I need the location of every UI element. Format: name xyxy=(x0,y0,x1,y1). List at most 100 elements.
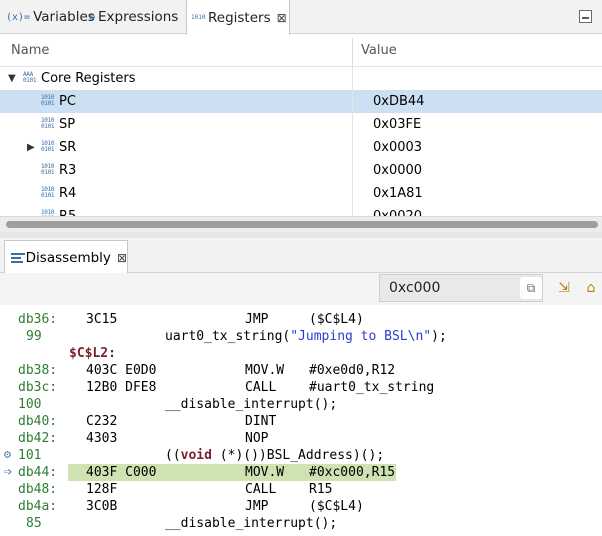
register-value[interactable]: 0x0000 xyxy=(373,159,422,182)
column-value-header[interactable]: Value xyxy=(361,34,397,67)
instruction-mnemonic: CALL xyxy=(245,482,277,497)
disassembly-instruction-line[interactable]: db38: 403C E0D0 MOV.W #0xe0d0,R12 xyxy=(0,362,602,379)
disassembly-instruction-line[interactable]: db42: 4303 NOP xyxy=(0,430,602,447)
instruction-mnemonic: MOV.W xyxy=(245,465,285,480)
instruction-mnemonic: JMP xyxy=(245,312,269,327)
register-value[interactable]: 0xDB44 xyxy=(373,90,424,113)
instruction-address: db4a: xyxy=(18,499,58,514)
top-view-tab-bar: (x)= Variables ⚙ Expressions 1010 Regist… xyxy=(0,0,602,35)
instruction-opcode: C232 xyxy=(86,414,118,429)
tab-expressions-label: Expressions xyxy=(98,9,179,25)
column-name-header[interactable]: Name xyxy=(11,34,49,67)
scrollbar-thumb[interactable] xyxy=(6,221,598,228)
registers-table: ▼ AAA 0101 Core Registers 1010 0101 PC 0xD… xyxy=(0,67,602,216)
instruction-opcode: 128F xyxy=(86,482,118,497)
go-to-address-icon[interactable]: ⧉ xyxy=(520,277,542,299)
registers-column-header: Name Value xyxy=(0,34,602,67)
source-line-number: 100 xyxy=(18,397,42,412)
register-icon: 10100101 xyxy=(41,163,55,176)
register-value[interactable]: 0x0003 xyxy=(373,136,422,159)
instruction-operand: #0xc000,R15 xyxy=(309,465,396,480)
disassembly-source-line[interactable]: ⚙ 101 ((void (*)())BSL_Address)(); xyxy=(0,447,602,464)
tab-disassembly[interactable]: Disassembly ⊠ xyxy=(4,240,128,274)
disassembly-instruction-line[interactable]: db48: 128F CALL R15 xyxy=(0,481,602,498)
instruction-operand: #uart0_tx_string xyxy=(309,380,435,395)
tab-expressions[interactable]: ⚙ Expressions xyxy=(89,0,178,34)
instruction-mnemonic: DINT xyxy=(245,414,277,429)
variables-icon: (x)= xyxy=(6,11,31,23)
disassembly-label-line[interactable]: $C$L2: xyxy=(0,345,602,362)
disassembly-instruction-line[interactable]: db4a: 3C0B JMP ($C$L4) xyxy=(0,498,602,515)
register-name: R3 xyxy=(59,163,77,178)
disassembly-instruction-line[interactable]: db36: 3C15 JMP ($C$L4) xyxy=(0,311,602,328)
register-icon: 10100101 xyxy=(41,140,55,153)
instruction-mnemonic: NOP xyxy=(245,431,269,446)
address-input[interactable]: 0xc000 xyxy=(379,274,543,302)
disassembly-source-line[interactable]: 99 uart0_tx_string("Jumping to BSL\n"); xyxy=(0,328,602,345)
register-name: SP xyxy=(59,117,76,132)
tab-registers[interactable]: 1010 Registers ⊠ xyxy=(186,0,290,35)
register-value[interactable]: 0x1A81 xyxy=(373,182,423,205)
instruction-mnemonic: CALL xyxy=(245,380,277,395)
instruction-operand: #0xe0d0,R12 xyxy=(309,363,396,378)
source-code-prefix: (( xyxy=(165,448,181,463)
close-icon[interactable]: ⊠ xyxy=(277,11,287,25)
source-line-number: 101 xyxy=(18,448,42,463)
code-label: $C$L2: xyxy=(69,346,116,361)
tab-registers-label: Registers xyxy=(208,9,271,26)
register-name: Core Registers xyxy=(41,71,136,86)
register-icon: 10100101 xyxy=(41,186,55,199)
source-code: __disable_interrupt(); xyxy=(165,397,338,412)
disassembly-instruction-line[interactable]: db40: C232 DINT xyxy=(0,413,602,430)
instruction-operand: ($C$L4) xyxy=(309,499,364,514)
instruction-address: db44: xyxy=(18,465,58,480)
register-value[interactable]: 0x03FE xyxy=(373,113,421,136)
disassembly-current-instruction-line[interactable]: ➩ db44: 403F C000 MOV.W #0xc000,R15 xyxy=(0,464,602,481)
source-code: uart0_tx_string( xyxy=(165,329,291,344)
register-value[interactable]: 0x0020 xyxy=(373,205,422,216)
instruction-address: db48: xyxy=(18,482,58,497)
source-code-tail: ); xyxy=(431,329,447,344)
breakpoint-debug-icon[interactable]: ⚙ xyxy=(3,447,12,464)
horizontal-scrollbar[interactable] xyxy=(0,216,602,232)
registers-icon: 1010 xyxy=(191,13,206,21)
register-row[interactable]: 1010 0101 PC 0xDB44 xyxy=(0,90,602,113)
home-icon[interactable]: ⌂ xyxy=(582,279,600,297)
link-with-program-counter-icon[interactable]: ⇲ xyxy=(555,279,573,297)
minimize-view-button[interactable] xyxy=(579,10,592,23)
instruction-operand: ($C$L4) xyxy=(309,312,364,327)
program-counter-arrow-icon: ➩ xyxy=(4,467,13,478)
collapsed-twisty-icon[interactable]: ▶ xyxy=(27,136,35,159)
disassembly-listing: db36: 3C15 JMP ($C$L4) 99 uart0_tx_strin… xyxy=(0,305,602,536)
disassembly-icon xyxy=(11,252,25,263)
instruction-opcode: 403C E0D0 xyxy=(86,363,157,378)
register-row[interactable]: ▶ 1010 0101 SR 0x0003 xyxy=(0,136,602,159)
instruction-opcode: 12B0 DFE8 xyxy=(86,380,157,395)
column-divider[interactable] xyxy=(352,38,353,66)
instruction-address: db38: xyxy=(18,363,58,378)
expanded-twisty-icon[interactable]: ▼ xyxy=(8,67,16,90)
register-name: R5 xyxy=(59,205,76,216)
register-row[interactable]: 10100101 R5 0x0020 xyxy=(0,205,602,216)
close-icon[interactable]: ⊠ xyxy=(117,251,127,265)
instruction-opcode: 4303 xyxy=(86,431,118,446)
source-keyword: void xyxy=(180,448,212,463)
register-name: R4 xyxy=(59,186,77,201)
instruction-mnemonic: MOV.W xyxy=(245,363,285,378)
register-group-row[interactable]: ▼ AAA 0101 Core Registers xyxy=(0,67,602,90)
source-line-number: 99 xyxy=(26,329,42,344)
register-row[interactable]: 1010 0101 SP 0x03FE xyxy=(0,113,602,136)
tab-variables[interactable]: (x)= Variables xyxy=(6,0,95,34)
disassembly-tab-bar: Disassembly ⊠ xyxy=(0,238,602,274)
instruction-address: db42: xyxy=(18,431,58,446)
source-code: __disable_interrupt(); xyxy=(165,516,338,531)
register-row[interactable]: 1010 0101 R3 0x0000 xyxy=(0,159,602,182)
instruction-opcode: 3C0B xyxy=(86,499,118,514)
disassembly-source-line[interactable]: 85 __disable_interrupt(); xyxy=(0,515,602,532)
disassembly-instruction-line[interactable]: db3c: 12B0 DFE8 CALL #uart0_tx_string xyxy=(0,379,602,396)
expressions-icon: ⚙ xyxy=(89,11,96,23)
disassembly-toolbar: 0xc000 ⧉ ⇲ ⌂ xyxy=(0,273,602,305)
tab-variables-label: Variables xyxy=(33,9,95,25)
register-row[interactable]: 1010 0101 R4 0x1A81 xyxy=(0,182,602,205)
disassembly-source-line[interactable]: 100 __disable_interrupt(); xyxy=(0,396,602,413)
